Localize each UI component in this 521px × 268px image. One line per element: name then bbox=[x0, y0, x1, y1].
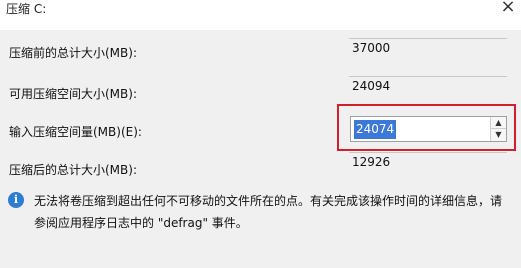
info-icon: i bbox=[8, 192, 24, 208]
spin-down-button[interactable]: ▼ bbox=[490, 129, 506, 141]
total-after-value: 12926 bbox=[352, 155, 391, 169]
info-message: 无法将卷压缩到超出任何不可移动的文件所在的点。有关完成该操作时间的详细信息，请 … bbox=[34, 190, 514, 234]
close-icon[interactable]: × bbox=[495, 0, 521, 22]
dialog-title: 压缩 C: bbox=[6, 2, 47, 16]
shrink-amount-spinner[interactable]: 24074 ▲ ▼ bbox=[350, 116, 507, 142]
info-line-1: 无法将卷压缩到超出任何不可移动的文件所在的点。有关完成该操作时间的详细信息，请 bbox=[34, 194, 503, 208]
shrink-volume-dialog: 压缩 C: × 压缩前的总计大小(MB): 37000 可用压缩空间大小(MB)… bbox=[0, 0, 521, 268]
total-before-value: 37000 bbox=[352, 41, 391, 55]
available-space-label: 可用压缩空间大小(MB): bbox=[9, 87, 137, 101]
available-space-value: 24094 bbox=[352, 79, 391, 93]
title-bar: 压缩 C: × bbox=[0, 0, 521, 30]
total-before-label: 压缩前的总计大小(MB): bbox=[9, 46, 137, 60]
shrink-amount-label: 输入压缩空间量(MB)(E): bbox=[9, 125, 142, 139]
spin-up-button[interactable]: ▲ bbox=[490, 117, 506, 129]
total-after-label: 压缩后的总计大小(MB): bbox=[9, 163, 137, 177]
shrink-amount-input[interactable]: 24074 bbox=[354, 120, 397, 139]
info-line-2: 参阅应用程序日志中的 "defrag" 事件。 bbox=[34, 216, 248, 230]
